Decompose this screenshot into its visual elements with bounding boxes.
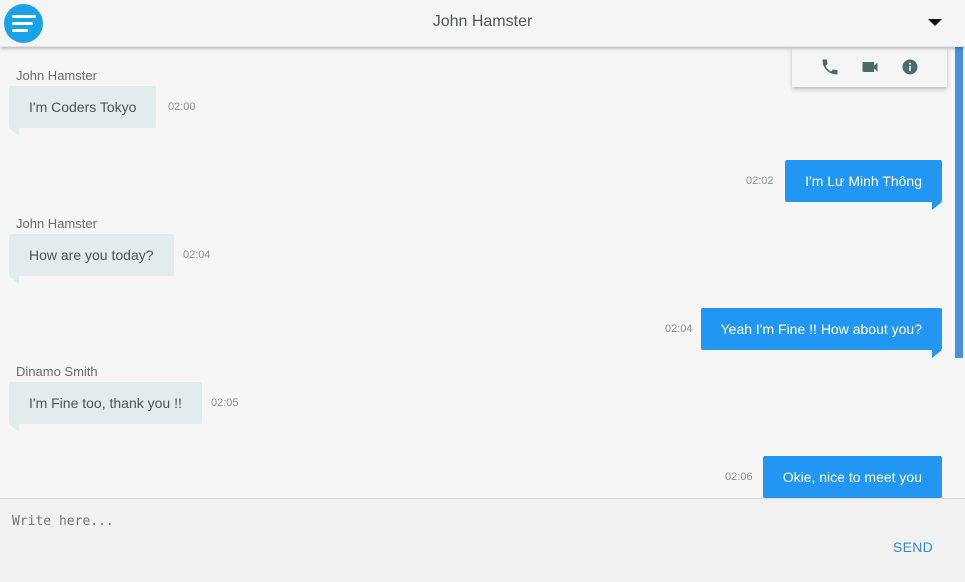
phone-icon[interactable] bbox=[820, 57, 840, 77]
message-sender: Dinamo Smith bbox=[16, 364, 98, 379]
send-button[interactable]: SEND bbox=[893, 539, 933, 555]
message-input[interactable] bbox=[12, 511, 772, 531]
outgoing-message-bubble: I'm Lư Minh Thông bbox=[785, 160, 942, 210]
outgoing-message-bubble: Yeah I'm Fine !! How about you? bbox=[700, 308, 943, 358]
message-time: 02:06 bbox=[725, 471, 753, 483]
chat-header: John Hamster bbox=[0, 0, 965, 47]
scrollbar-thumb[interactable] bbox=[955, 47, 963, 358]
incoming-message-bubble: I'm Fine too, thank you !! bbox=[9, 382, 202, 432]
call-actions-panel bbox=[792, 47, 947, 87]
chat-title: John Hamster bbox=[432, 13, 533, 30]
message-time: 02:05 bbox=[211, 397, 239, 409]
video-camera-icon[interactable] bbox=[860, 57, 880, 77]
incoming-message-bubble: I'm Coders Tokyo bbox=[9, 86, 157, 136]
info-icon[interactable] bbox=[900, 57, 920, 77]
message-time: 02:02 bbox=[746, 175, 774, 187]
message-time: 02:00 bbox=[168, 101, 196, 113]
message-sender: John Hamster bbox=[16, 216, 97, 231]
message-time: 02:04 bbox=[665, 323, 693, 335]
message-composer: SEND bbox=[0, 498, 965, 582]
dropdown-caret-icon[interactable] bbox=[928, 19, 942, 26]
message-time: 02:04 bbox=[183, 249, 211, 261]
outgoing-message-bubble: Okie, nice to meet you bbox=[762, 456, 943, 506]
message-sender: John Hamster bbox=[16, 68, 97, 83]
incoming-message-bubble: How are you today? bbox=[9, 234, 174, 284]
